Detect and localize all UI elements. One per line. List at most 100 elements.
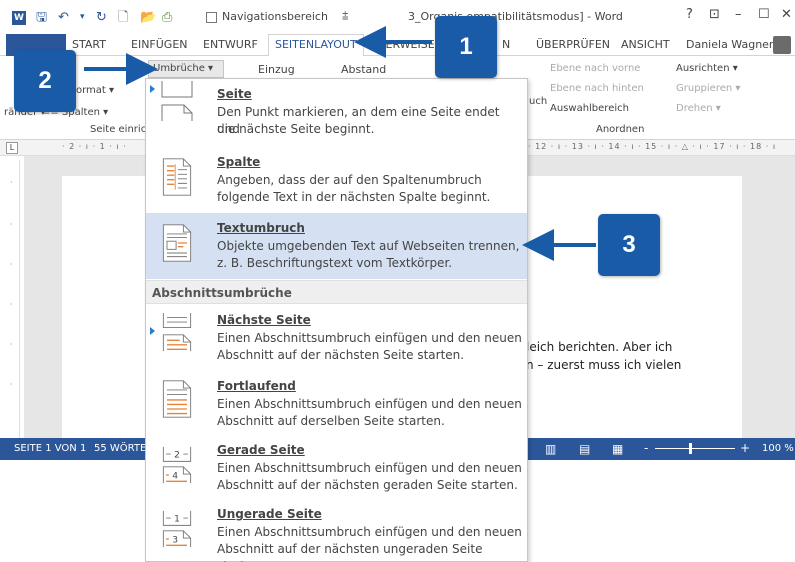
print-preview-icon[interactable]: ⎙ [162,10,172,25]
menu-item-desc: Einen Abschnittsumbruch einfügen und den… [217,331,522,345]
menu-item-desc: Angeben, dass der auf den Spaltenumbruch [217,173,482,187]
document-text-line: leich berichten. Aber ich [526,340,673,354]
page-count[interactable]: SEITE 1 VON 1 [14,443,86,454]
even-page-section-icon: 2 4 [162,446,192,484]
menu-item-desc: Abschnitt auf derselben Seite starten. [217,414,445,428]
ebene-nach-hinten-button[interactable]: Ebene nach hinten [550,83,644,94]
new-document-icon[interactable]: 🗋 [118,10,128,25]
vruler-mark: · [10,300,13,309]
navigation-pane-checkbox[interactable] [206,12,217,23]
einzug-label: Einzug [258,63,295,76]
auswahlbereich-button[interactable]: Auswahlbereich [550,103,629,114]
vertical-ruler: · · · · · · [8,160,20,438]
menu-item-gerade-seite[interactable]: 2 4 Gerade Seite Einen Abschnittsumbruch… [146,437,527,501]
section-header-abschnittsumbrueche: Abschnittsumbrüche [146,280,527,304]
read-mode-icon[interactable]: ▥ [545,442,556,456]
tab-einfuegen[interactable]: EINFÜGEN [131,38,188,51]
text-wrapping-break-icon [162,224,192,262]
section-marker-icon [150,327,155,335]
user-name[interactable]: Daniela Wagner [686,38,773,51]
menu-item-title: Ungerade Seite [217,507,322,521]
umbrueche-dropdown-menu: Seite Den Punkt markieren, an dem eine S… [145,78,528,562]
menu-item-title: Spalte [217,155,261,169]
menu-item-desc: z. B. Beschriftungstext vom Textkörper. [217,256,453,270]
menu-item-desc: Objekte umgebenden Text auf Webseiten tr… [217,239,520,253]
print-layout-icon[interactable]: ▤ [579,442,590,456]
ausrichten-button[interactable]: Ausrichten ▾ [676,63,738,74]
gruppieren-button[interactable]: Gruppieren ▾ [676,83,740,94]
menu-item-desc: folgende Text in der nächsten Spalte beg… [217,190,491,204]
customize-qat-icon[interactable]: ⩲ [342,9,348,23]
minimize-icon[interactable]: – [735,7,742,22]
continuous-section-icon [162,380,192,418]
tab-ansicht[interactable]: ANSICHT [621,38,670,51]
menu-item-title: Fortlaufend [217,379,296,393]
vruler-mark: · [10,380,13,389]
ribbon-tabs: START EINFÜGEN ENTWURF SEITENLAYOUT VERW… [0,34,795,57]
next-even-page-number: 4 [172,472,178,482]
section-header-label: Abschnittsumbrüche [152,286,292,300]
tab-stop-selector[interactable]: L [6,142,18,154]
menu-item-naechste-seite[interactable]: Nächste Seite Einen Abschnittsumbruch ei… [146,305,527,371]
ebene-nach-vorne-button[interactable]: Ebene nach vorne [550,63,640,74]
format-button[interactable]: ormat ▾ [76,85,114,96]
vruler-mark: · [10,220,13,229]
navigation-pane-label: Navigationsbereich [222,10,328,23]
menu-item-textumbruch[interactable]: Textumbruch Objekte umgebenden Text auf … [146,213,527,279]
callout-3: 3 [598,214,660,276]
zoom-in-button[interactable]: + [740,441,750,455]
menu-item-title: Gerade Seite [217,443,305,457]
zoom-out-button[interactable]: - [644,441,648,455]
word-logo-icon: W [12,11,26,25]
menu-item-desc: Abschnitt auf der nächsten ungeraden Sei… [217,542,483,562]
menu-item-desc: Abschnitt auf der nächsten geraden Seite… [217,478,518,492]
callout-2: 2 [14,50,76,112]
tab-ueberpruefen[interactable]: ÜBERPRÜFEN [536,38,610,51]
callout-1: 1 [435,16,497,78]
vruler-mark: · [10,340,13,349]
zoom-slider-thumb[interactable] [689,443,692,454]
close-icon[interactable]: ✕ [781,7,792,22]
vruler-mark: · [10,178,13,187]
even-page-number: 2 [174,451,180,461]
drehen-button[interactable]: Drehen ▾ [676,103,721,114]
menu-item-seite[interactable]: Seite Den Punkt markieren, an dem eine S… [146,79,527,147]
menu-item-title: Textumbruch [217,221,305,235]
web-layout-icon[interactable]: ▦ [612,442,623,456]
ruler-scale-right: · 12 · ı · 13 · ı · 14 · ı · 15 · ı · △ … [528,142,777,151]
tab-seitenlayout[interactable]: SEITENLAYOUT [268,34,364,57]
maximize-icon[interactable]: ☐ [758,7,770,22]
odd-page-section-icon: 1 3 [162,510,192,548]
next-page-section-icon [162,313,192,352]
menu-item-ungerade-seite[interactable]: 1 3 Ungerade Seite Einen Abschnittsumbru… [146,501,527,562]
save-icon[interactable]: 🖫 [36,10,47,25]
menu-item-desc: Einen Abschnittsumbruch einfügen und den… [217,525,522,539]
vruler-mark: · [10,260,13,269]
title-bar: W 🖫 ↶ ▾ ↻ 🗋 📂 ⎙ Navigationsbereich ⩲ 3_O… [0,0,795,34]
menu-item-desc: Einen Abschnittsumbruch einfügen und den… [217,461,522,475]
redo-icon[interactable]: ↻ [96,10,107,25]
anordnen-group-label: Anordnen [596,124,645,135]
menu-item-fortlaufend[interactable]: Fortlaufend Einen Abschnittsumbruch einf… [146,371,527,437]
undo-icon[interactable]: ↶ [58,10,69,25]
zoom-slider-track[interactable] [655,448,735,449]
help-icon[interactable]: ? [686,7,693,22]
menu-item-title: Seite [217,87,252,101]
page-break-icon [161,81,193,121]
ribbon-display-icon[interactable]: ⊡ [709,7,720,22]
tab-entwurf[interactable]: ENTWURF [203,38,258,51]
tab-start[interactable]: START [72,38,106,51]
open-folder-icon[interactable]: 📂 [140,10,156,25]
tab-sendungen[interactable]: N [502,38,510,51]
avatar[interactable] [773,36,791,54]
tab-verweise[interactable]: VERWEISE [378,38,435,51]
undo-dropdown-icon[interactable]: ▾ [80,10,85,25]
menu-item-desc: Abschnitt auf der nächsten Seite starten… [217,348,465,362]
menu-item-desc: die nächste Seite beginnt. [217,122,375,136]
menu-item-spalte[interactable]: Spalte Angeben, dass der auf den Spalten… [146,147,527,213]
abstand-label: Abstand [341,63,387,76]
menu-item-title: Nächste Seite [217,313,311,327]
umbrueche-button[interactable]: Umbrüche ▾ [148,60,224,78]
menu-item-desc: Einen Abschnittsumbruch einfügen und den… [217,397,522,411]
zoom-level[interactable]: 100 % [762,443,794,454]
